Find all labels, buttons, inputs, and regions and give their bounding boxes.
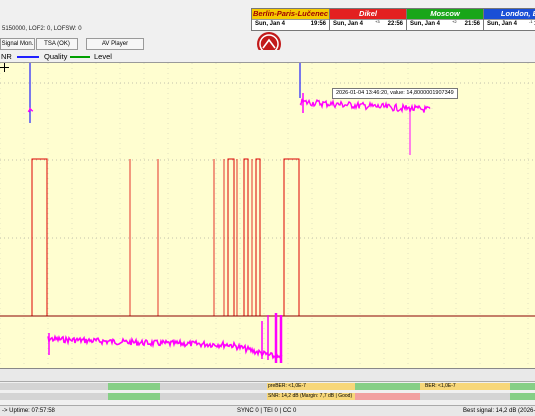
ber-bar-gray <box>160 383 267 390</box>
clock-berlin: Berlin-Paris-Lučenec Sun, Jan 4 19:56 <box>251 8 330 31</box>
clock-date: Sun, Jan 4 <box>487 21 518 27</box>
clock-london: London, B Sun, Jan 4-11 <box>483 8 535 31</box>
snr-bar-gray <box>160 393 267 400</box>
status-bar: -> Uptime: 07:57:58 SYNC 0 | TEI 0 | CC … <box>0 405 535 416</box>
snr-label: SNR: 14,2 dB (Margin: 7,7 dB | Good) <box>268 393 353 399</box>
event-marker <box>31 158 48 316</box>
preber-label: preBER: <1,0E-7 <box>268 383 306 389</box>
event-marker <box>227 158 235 316</box>
clock-date: Sun, Jan 4 <box>255 21 286 27</box>
snr-bar-red <box>355 393 420 400</box>
clock-offset: +3 <box>375 19 380 24</box>
snr-bar-gray <box>420 393 510 400</box>
value-tooltip: 2026-01-04 13:46:20, value: 14,800000190… <box>332 88 458 99</box>
clock-offset: -1 <box>529 19 533 24</box>
legend-quality-label: Quality <box>44 52 68 61</box>
clock-city: Dikel <box>330 9 406 19</box>
clock-city: Moscow <box>407 9 483 19</box>
event-marker <box>255 158 261 316</box>
event-marker <box>243 158 249 316</box>
ber-label: BER: <1,0E-7 <box>425 383 456 389</box>
clock-moscow: Moscow Sun, Jan 4 +2 21:56 <box>406 8 484 31</box>
tab-tsa[interactable]: TSA (OK) <box>36 38 78 50</box>
clock-time: 22:56 <box>387 21 403 27</box>
ber-bar-green <box>510 383 535 390</box>
ber-bar-green <box>355 383 420 390</box>
time-scale <box>0 369 535 382</box>
clock-time: 21:56 <box>464 21 480 27</box>
legend-level-label: Level <box>94 52 112 61</box>
ber-bar-green <box>108 383 160 390</box>
crosshair-cursor-icon <box>0 63 9 72</box>
clock-date: Sun, Jan 4 <box>410 21 441 27</box>
clock-dikel: Dikel Sun, Jan 4 +3 22:56 <box>329 8 407 31</box>
clock-time: 19:56 <box>310 21 326 27</box>
signal-plot[interactable] <box>0 63 535 369</box>
legend-snr-label: NR <box>1 52 12 61</box>
chart-legend: NR Quality Level <box>0 50 535 63</box>
legend-quality-swatch <box>17 56 39 58</box>
snr-series-main <box>47 334 283 363</box>
ber-bar-gray <box>0 383 108 390</box>
snr-bar-gray <box>0 393 108 400</box>
legend-level-swatch <box>70 56 90 58</box>
signal-plot-canvas <box>0 63 535 368</box>
clock-offset: +2 <box>452 19 457 24</box>
clock-city: London, B <box>484 9 535 19</box>
event-markers <box>31 158 300 316</box>
tuner-info: 5150000, LOF2: 0, LOFSW: 0 <box>2 26 82 32</box>
snr-spikes <box>48 93 411 363</box>
tab-signal-monitor[interactable]: Signal Mon. <box>0 38 35 50</box>
snr-bar-green <box>108 393 160 400</box>
event-marker <box>283 158 300 316</box>
clock-date: Sun, Jan 4 <box>333 21 364 27</box>
snr-bar-green <box>510 393 535 400</box>
clock-city: Berlin-Paris-Lučenec <box>252 9 329 19</box>
tab-av-player[interactable]: AV Player <box>86 38 144 50</box>
quality-lines <box>29 63 301 123</box>
signal-meters: preBER: <1,0E-7 BER: <1,0E-7 SNR: 14,2 d… <box>0 369 535 405</box>
